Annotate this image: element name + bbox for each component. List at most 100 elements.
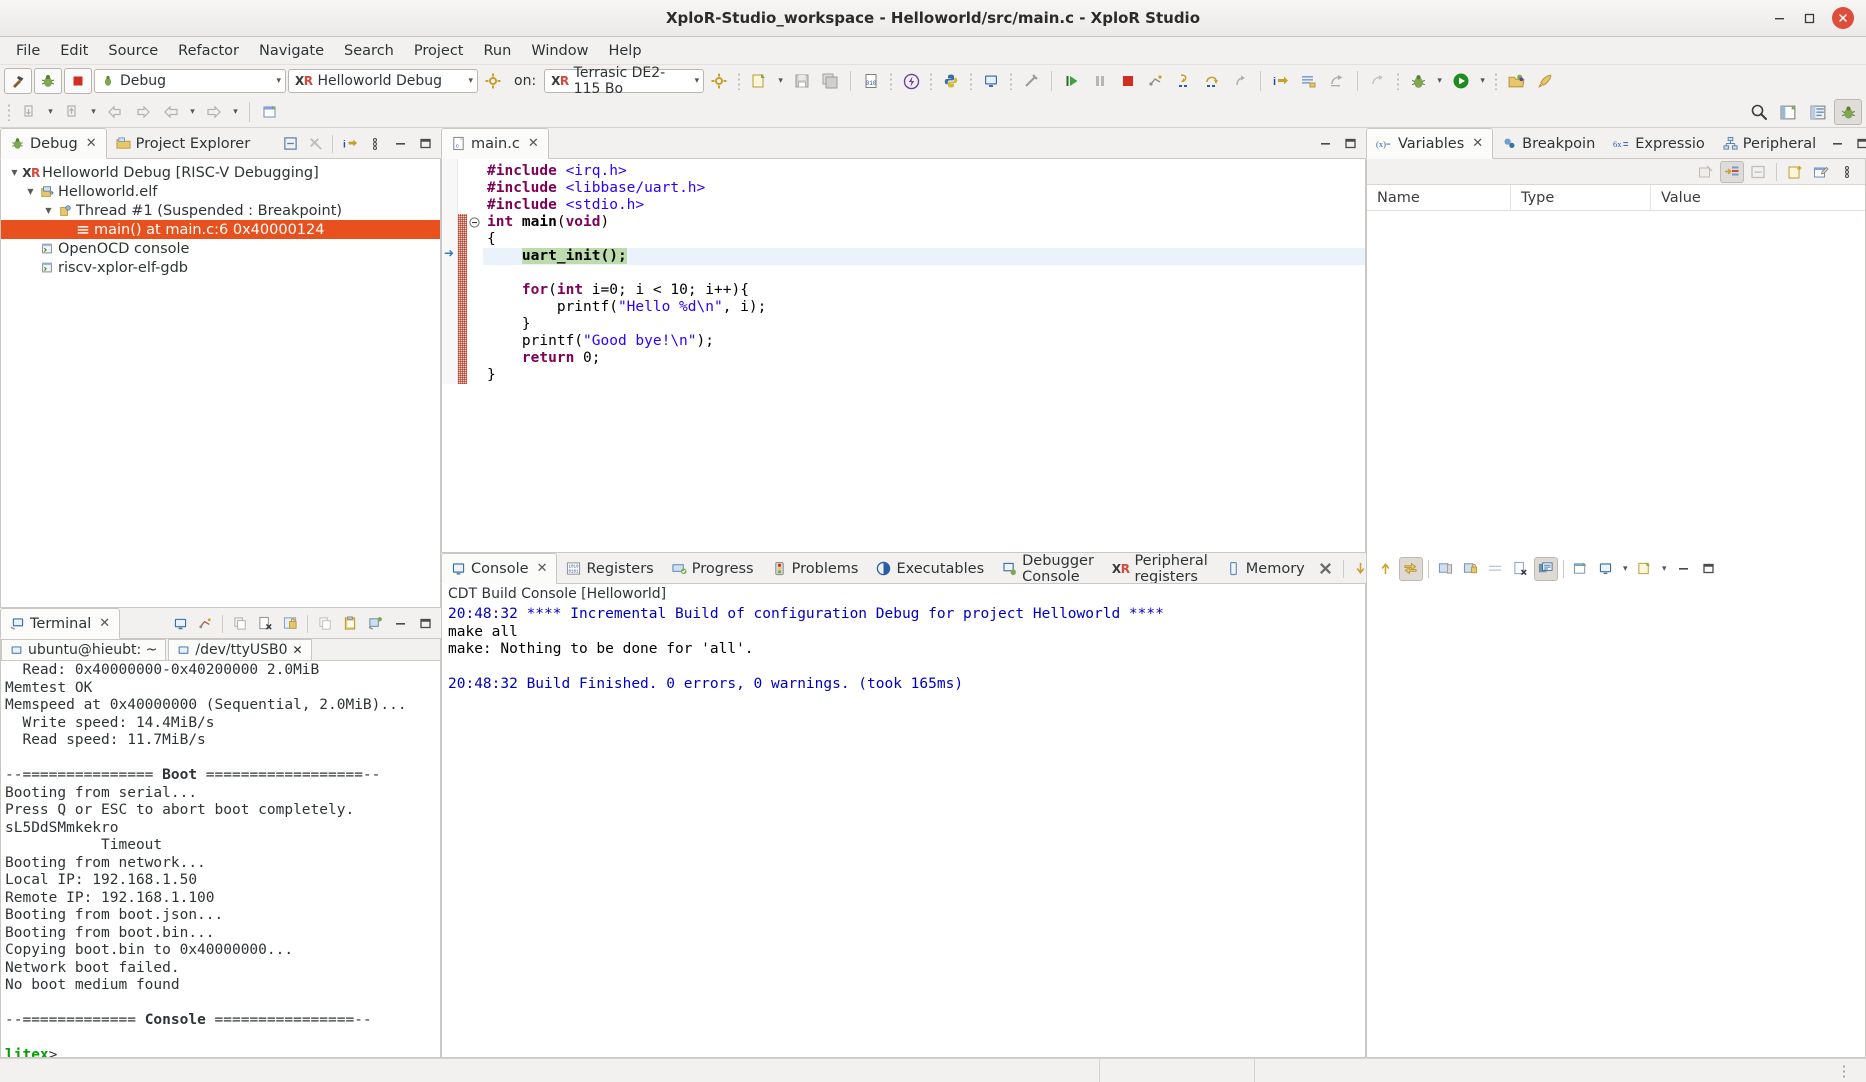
- tab-console[interactable]: Console ✕: [441, 553, 558, 584]
- column-header-value[interactable]: Value: [1651, 185, 1865, 211]
- source-code-text[interactable]: #include <irq.h> #include <libbase/uart.h…: [483, 159, 1365, 384]
- binary-file-icon[interactable]: 010: [858, 68, 884, 94]
- back-icon[interactable]: [158, 99, 184, 125]
- close-button[interactable]: [1832, 7, 1854, 29]
- resize-grip[interactable]: [1842, 1063, 1846, 1078]
- close-icon[interactable]: ✕: [86, 136, 97, 151]
- close-icon[interactable]: ✕: [528, 136, 539, 151]
- previous-annotation-icon[interactable]: [59, 99, 85, 125]
- copy2-icon[interactable]: [313, 612, 337, 636]
- word-wrap-icon[interactable]: [1484, 557, 1508, 581]
- stop-icon[interactable]: [64, 68, 92, 94]
- new-window-icon[interactable]: [257, 99, 283, 125]
- tab-memory[interactable]: Memory: [1217, 553, 1314, 584]
- tab-debug[interactable]: Debug ✕: [0, 128, 107, 159]
- scroll-lock-icon[interactable]: [1349, 557, 1373, 581]
- prev-edit-icon[interactable]: [102, 99, 128, 125]
- paste-icon[interactable]: [338, 612, 362, 636]
- flash-icon[interactable]: [898, 68, 924, 94]
- tab-variables[interactable]: (x)= Variables ✕: [1366, 128, 1494, 159]
- minimize-icon[interactable]: [1672, 557, 1696, 581]
- step-into-icon[interactable]: [1171, 68, 1197, 94]
- console-output[interactable]: 20:48:32 **** Incremental Build of confi…: [442, 604, 1365, 1057]
- suspend-icon[interactable]: [1087, 68, 1113, 94]
- maximize-icon[interactable]: [413, 612, 437, 636]
- twisty-icon[interactable]: ▼: [23, 187, 38, 196]
- tab-debugger-console[interactable]: Debugger Console: [993, 553, 1103, 585]
- disconnect-icon[interactable]: [1018, 68, 1044, 94]
- menu-run[interactable]: Run: [474, 40, 522, 62]
- chevron-down-icon[interactable]: ▾: [270, 76, 281, 86]
- maximize-icon[interactable]: [1338, 132, 1362, 156]
- menu-refactor[interactable]: Refactor: [168, 40, 249, 62]
- menu-help[interactable]: Help: [598, 40, 651, 62]
- close-icon[interactable]: ✕: [537, 561, 548, 576]
- tree-row-gdb-console[interactable]: riscv-xplor-elf-gdb: [1, 258, 440, 277]
- save-all-icon[interactable]: [817, 68, 843, 94]
- menu-source[interactable]: Source: [98, 40, 168, 62]
- settings-icon[interactable]: [363, 612, 387, 636]
- terminate-icon[interactable]: [1115, 68, 1141, 94]
- tab-breakpoints[interactable]: Breakpoin: [1493, 128, 1604, 159]
- open-perspective-icon[interactable]: [1774, 99, 1802, 125]
- copy-icon[interactable]: [228, 612, 252, 636]
- target-settings-gear-icon[interactable]: [706, 68, 732, 94]
- terminal-output[interactable]: Read: 0x40000000-0x40200000 2.0MiB Memtes…: [1, 661, 440, 1057]
- menu-project[interactable]: Project: [404, 40, 474, 62]
- run-launch-icon[interactable]: [1448, 68, 1474, 94]
- new-terminal-connection-icon[interactable]: [193, 612, 217, 636]
- show-source-icon[interactable]: [1296, 68, 1322, 94]
- target-combo[interactable]: XR Terrasic DE2-115 Bo ▾: [544, 65, 705, 97]
- chevron-down-icon[interactable]: ▾: [1619, 557, 1632, 581]
- clear-terminal-icon[interactable]: [253, 612, 277, 636]
- launch-rocket-icon[interactable]: [1531, 68, 1557, 94]
- chevron-down-icon[interactable]: ▾: [44, 100, 57, 124]
- tab-project-explorer[interactable]: Project Explorer: [107, 128, 260, 159]
- minimize-icon[interactable]: [1313, 132, 1337, 156]
- collapse-all-icon[interactable]: [278, 132, 302, 156]
- minimize-button[interactable]: [1764, 3, 1794, 33]
- build-configuration-combo[interactable]: Debug ▾: [94, 69, 286, 93]
- new-console-icon[interactable]: [1633, 557, 1657, 581]
- tree-row-launch[interactable]: ▼ XR Helloworld Debug [RISC-V Debugging]: [1, 163, 440, 182]
- maximize-icon[interactable]: [413, 132, 437, 156]
- display-selected-console-icon[interactable]: [1533, 556, 1558, 581]
- terminal-session-ubuntu[interactable]: ubuntu@hieubt: ~: [1, 639, 167, 660]
- maximize-icon[interactable]: [1697, 557, 1721, 581]
- minimize-icon[interactable]: [388, 132, 412, 156]
- chevron-down-icon[interactable]: ▾: [87, 100, 100, 124]
- instruction-stepping-icon[interactable]: i: [338, 132, 362, 156]
- tree-row-stackframe[interactable]: main() at main.c:6 0x40000124: [1, 220, 440, 239]
- chevron-down-icon[interactable]: ▾: [229, 100, 242, 124]
- maximize-icon[interactable]: [1850, 132, 1866, 156]
- minimize-icon[interactable]: [388, 612, 412, 636]
- chevron-down-icon[interactable]: ▾: [462, 76, 473, 86]
- chevron-down-icon[interactable]: ▾: [1476, 69, 1489, 93]
- tree-row-thread[interactable]: ▼ Thread #1 (Suspended : Breakpoint): [1, 201, 440, 220]
- minimize-icon[interactable]: [1825, 132, 1849, 156]
- view-menu-icon[interactable]: [363, 132, 387, 156]
- launch-settings-gear-icon[interactable]: [480, 68, 506, 94]
- instruction-stepping-icon[interactable]: i: [1268, 68, 1294, 94]
- remove-console-icon[interactable]: [1509, 557, 1533, 581]
- chevron-down-icon[interactable]: ▾: [1433, 69, 1446, 93]
- chevron-down-icon[interactable]: ▾: [689, 76, 700, 86]
- new-console-view-icon[interactable]: [1569, 557, 1593, 581]
- editor-folding-gutter[interactable]: [467, 159, 483, 384]
- step-return-icon[interactable]: [1227, 68, 1253, 94]
- chevron-down-icon[interactable]: ▾: [1658, 557, 1671, 581]
- forward-icon[interactable]: [201, 99, 227, 125]
- tab-terminal[interactable]: Terminal ✕: [0, 608, 121, 639]
- column-header-name[interactable]: Name: [1367, 184, 1511, 211]
- show-type-names-icon[interactable]: [1720, 160, 1744, 183]
- tab-expressions[interactable]: 6x Expressio: [1604, 128, 1714, 159]
- menu-edit[interactable]: Edit: [50, 40, 98, 62]
- show-console-when-output-icon[interactable]: [1434, 557, 1458, 581]
- search-icon[interactable]: [1746, 99, 1772, 125]
- variables-table-body[interactable]: [1367, 211, 1865, 1057]
- next-annotation-icon[interactable]: [16, 99, 42, 125]
- edit-var-icon[interactable]: [1809, 161, 1833, 183]
- debug-bug-icon[interactable]: [34, 68, 62, 94]
- new-var-icon[interactable]: [1783, 161, 1807, 183]
- close-icon[interactable]: ✕: [99, 616, 110, 631]
